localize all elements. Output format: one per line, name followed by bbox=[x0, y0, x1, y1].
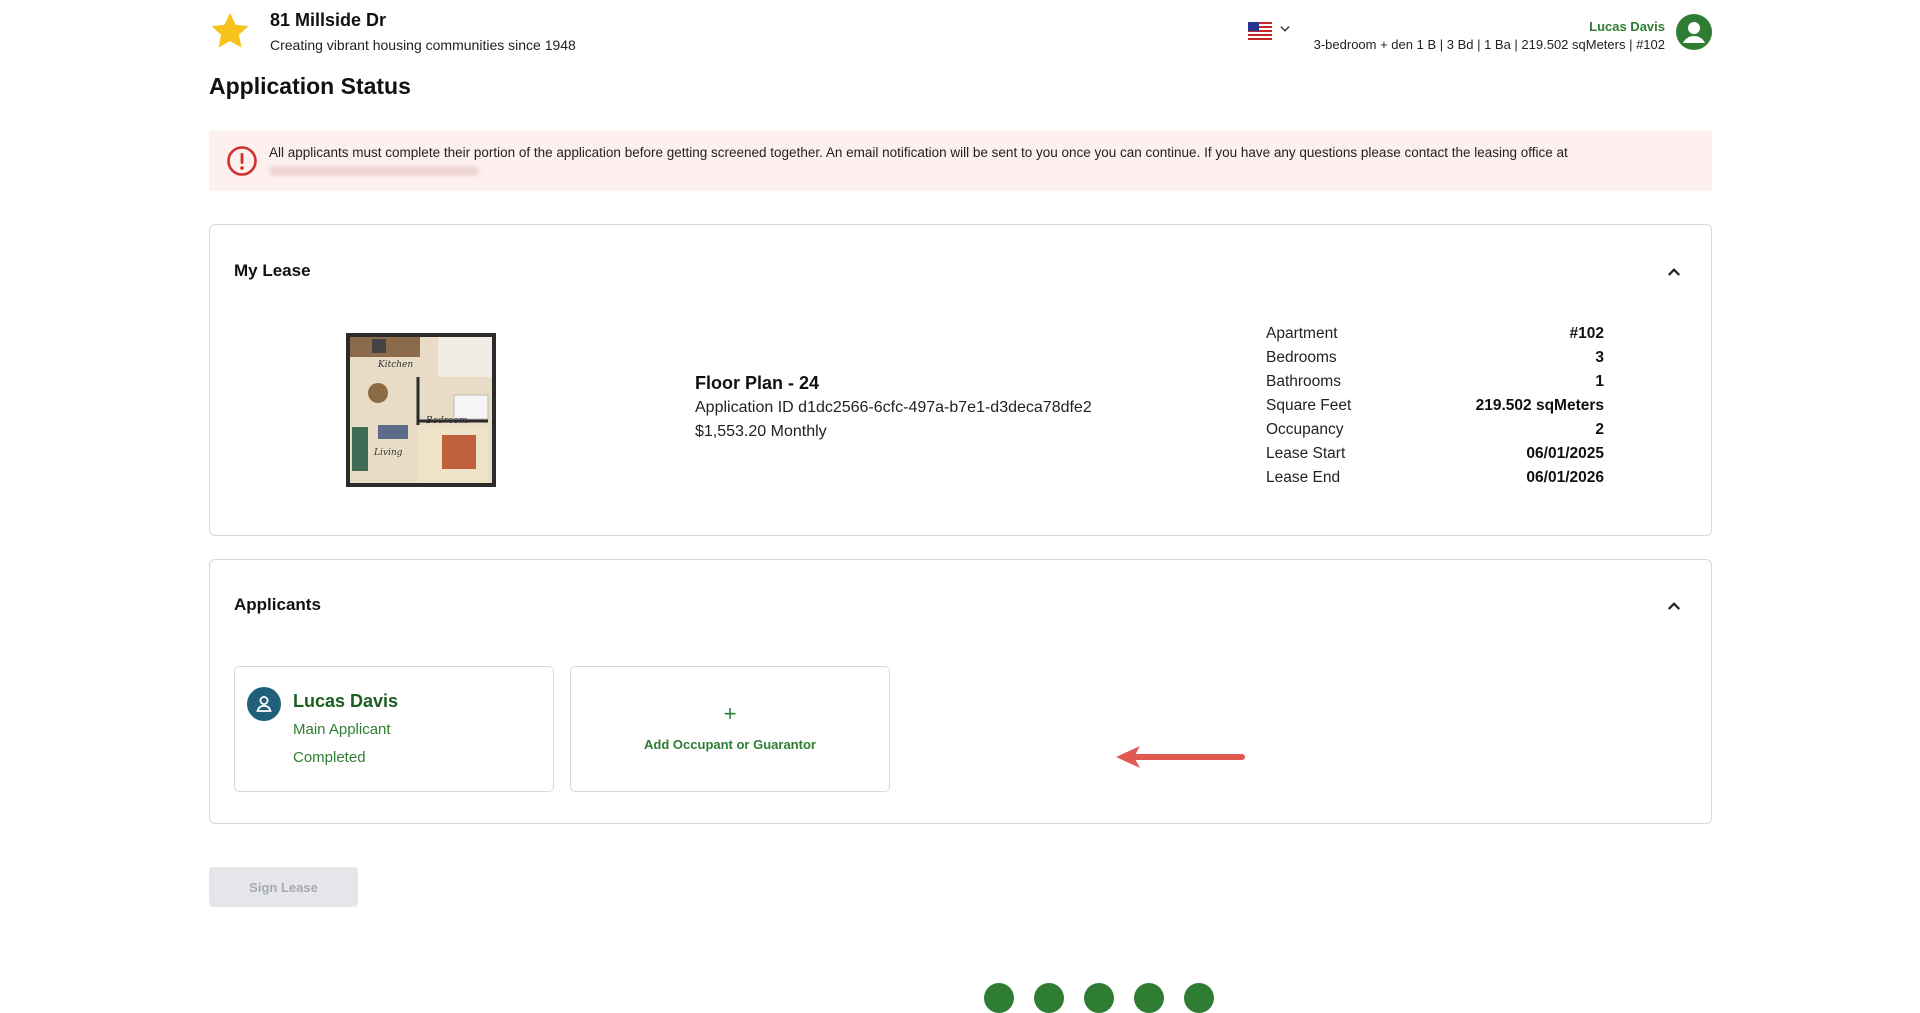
alert-message: All applicants must complete their porti… bbox=[269, 145, 1568, 160]
detail-row-occupancy: Occupancy 2 bbox=[1266, 421, 1604, 445]
detail-label: Occupancy bbox=[1266, 421, 1344, 438]
detail-value: 3 bbox=[1595, 349, 1604, 366]
detail-value: 219.502 sqMeters bbox=[1475, 397, 1604, 414]
my-lease-title: My Lease bbox=[234, 261, 311, 280]
applicant-status: Completed bbox=[293, 749, 366, 766]
applicant-role: Main Applicant bbox=[293, 721, 391, 738]
add-occupant-button[interactable]: + Add Occupant or Guarantor bbox=[570, 666, 890, 792]
detail-value: 2 bbox=[1595, 421, 1604, 438]
floor-plan-image[interactable]: Kitchen Bedroom Living bbox=[338, 325, 500, 491]
user-avatar-icon[interactable] bbox=[1676, 14, 1712, 50]
alert-circle-icon bbox=[227, 146, 257, 176]
unit-summary: 3-bedroom + den 1 B | 3 Bd | 1 Ba | 219.… bbox=[1313, 37, 1665, 52]
social-icon[interactable] bbox=[1034, 983, 1064, 1013]
applicants-title: Applicants bbox=[234, 595, 321, 614]
detail-label: Square Feet bbox=[1266, 397, 1352, 414]
chevron-up-icon[interactable] bbox=[1665, 263, 1683, 281]
detail-row-bedrooms: Bedrooms 3 bbox=[1266, 349, 1604, 373]
detail-value: 06/01/2026 bbox=[1526, 469, 1604, 486]
redacted-email bbox=[269, 166, 479, 176]
detail-value: 06/01/2025 bbox=[1526, 445, 1604, 462]
floorplan-label-bedroom: Bedroom bbox=[425, 416, 467, 426]
detail-value: 1 bbox=[1595, 373, 1604, 390]
social-icon[interactable] bbox=[1184, 983, 1214, 1013]
person-icon bbox=[247, 687, 281, 721]
property-name: 81 Millside Dr bbox=[270, 10, 387, 30]
applicant-name: Lucas Davis bbox=[293, 691, 399, 711]
lease-details: Apartment #102 Bedrooms 3 Bathrooms 1 Squar… bbox=[1266, 325, 1604, 493]
detail-label: Bathrooms bbox=[1266, 373, 1341, 390]
monthly-rent: $1,553.20 Monthly bbox=[695, 423, 827, 440]
sign-lease-button[interactable]: Sign Lease bbox=[209, 867, 358, 907]
social-icon[interactable] bbox=[1134, 983, 1164, 1013]
property-tagline: Creating vibrant housing communities sin… bbox=[270, 37, 576, 53]
detail-row-square-feet: Square Feet 219.502 sqMeters bbox=[1266, 397, 1604, 421]
social-icon[interactable] bbox=[1084, 983, 1114, 1013]
plus-icon: + bbox=[723, 701, 737, 726]
applicant-tile[interactable]: Lucas Davis Main Applicant Completed bbox=[234, 666, 554, 792]
page-title: Application Status bbox=[209, 73, 411, 99]
detail-row-apartment: Apartment #102 bbox=[1266, 325, 1604, 349]
floorplan-label-kitchen: Kitchen bbox=[377, 360, 413, 370]
detail-row-lease-start: Lease Start 06/01/2025 bbox=[1266, 445, 1604, 469]
footer-social-icons bbox=[984, 983, 1214, 1013]
chevron-up-icon[interactable] bbox=[1665, 597, 1683, 615]
detail-label: Lease Start bbox=[1266, 445, 1346, 462]
us-flag-icon[interactable] bbox=[1248, 22, 1272, 40]
user-name[interactable]: Lucas Davis bbox=[1589, 19, 1665, 34]
floorplan-label-living: Living bbox=[373, 448, 403, 458]
detail-row-bathrooms: Bathrooms 1 bbox=[1266, 373, 1604, 397]
detail-label: Bedrooms bbox=[1266, 349, 1337, 366]
detail-label: Apartment bbox=[1266, 325, 1338, 342]
header: 81 Millside Dr Creating vibrant housing … bbox=[209, 0, 1712, 70]
detail-label: Lease End bbox=[1266, 469, 1341, 486]
detail-value: #102 bbox=[1569, 325, 1604, 342]
chevron-down-icon[interactable] bbox=[1278, 22, 1292, 36]
star-icon[interactable] bbox=[209, 10, 251, 52]
applicants-card: Applicants Lucas Davis Main Applicant Co… bbox=[209, 559, 1712, 824]
add-occupant-label: Add Occupant or Guarantor bbox=[644, 737, 816, 752]
annotation-arrow-icon bbox=[1116, 746, 1245, 768]
info-alert: All applicants must complete their porti… bbox=[209, 131, 1712, 191]
page-container: 81 Millside Dr Creating vibrant housing … bbox=[209, 0, 1712, 1013]
detail-row-lease-end: Lease End 06/01/2026 bbox=[1266, 469, 1604, 493]
social-icon[interactable] bbox=[984, 983, 1014, 1013]
my-lease-card: My Lease Kitchen Bedroom Living Floor Pl… bbox=[209, 224, 1712, 536]
floor-plan-title: Floor Plan - 24 bbox=[695, 373, 820, 393]
application-id: Application ID d1dc2566-6cfc-497a-b7e1-d… bbox=[695, 399, 1092, 416]
